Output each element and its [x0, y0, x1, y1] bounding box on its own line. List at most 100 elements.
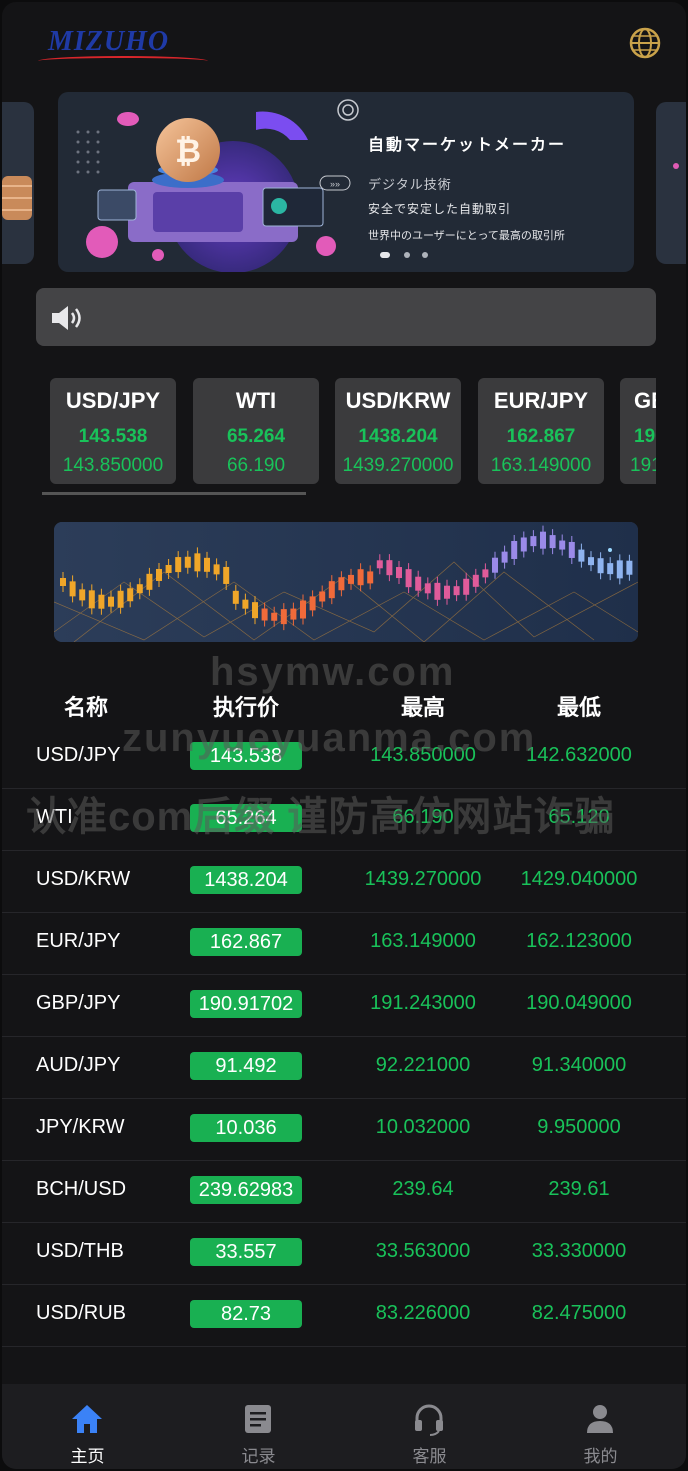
svg-text:₿: ₿ — [175, 133, 201, 169]
banner-next-slide[interactable] — [656, 102, 686, 264]
globe-icon[interactable] — [628, 26, 662, 60]
candle-body — [98, 594, 105, 609]
high-value: 163.149000 — [370, 930, 476, 952]
banner-title: 自動マーケットメーカー — [368, 137, 567, 154]
candle-body — [348, 574, 354, 584]
candle-body — [328, 581, 335, 599]
ticker-card[interactable]: GBP/JPY 190.91702 191.243000 — [620, 378, 656, 484]
nav-support[interactable]: 客服 — [344, 1384, 515, 1469]
table-row[interactable]: USD/THB 33.557 33.563000 33.330000 — [2, 1222, 686, 1285]
ticker-high: 163.149000 — [490, 455, 592, 476]
candle-body — [376, 560, 383, 569]
pair-name: JPY/KRW — [36, 1116, 125, 1138]
candle-body — [319, 591, 326, 602]
ticker-price: 143.538 — [78, 426, 148, 447]
candle-body — [405, 569, 412, 588]
high-value: 33.563000 — [375, 1240, 471, 1262]
candle-body — [127, 588, 134, 602]
banner-prev-slide[interactable] — [2, 102, 34, 264]
low-value: 82.475000 — [531, 1302, 627, 1324]
low-value: 162.123000 — [526, 930, 632, 952]
nav-label: 主页 — [70, 1447, 105, 1466]
candle-body — [511, 540, 518, 559]
candle-body — [626, 560, 633, 575]
pair-name: AUD/JPY — [36, 1054, 121, 1076]
banner-description: 世界中のユーザーにとって最高の取引所 — [368, 230, 565, 242]
low-value: 91.340000 — [531, 1054, 627, 1076]
candle-body — [396, 567, 402, 579]
candle-body — [482, 569, 489, 578]
ticker-high: 1439.270000 — [342, 455, 454, 476]
table-row[interactable]: USD/RUB 82.73 83.226000 82.475000 — [2, 1284, 686, 1347]
candle-body — [213, 564, 220, 575]
watermark-text: hsymw.com — [210, 650, 456, 694]
price-badge: 1438.204 — [190, 866, 302, 894]
table-row[interactable]: JPY/KRW 10.036 10.032000 9.950000 — [2, 1098, 686, 1161]
low-value: 190.049000 — [526, 992, 632, 1014]
candle-body — [607, 563, 614, 575]
ticker-card[interactable]: USD/JPY 143.538 143.850000 — [50, 378, 176, 484]
ticker-card[interactable]: WTI 65.264 66.190 — [193, 378, 319, 484]
candle-body — [300, 600, 306, 619]
candle-body — [309, 596, 316, 611]
header: MIZUHO — [2, 2, 686, 86]
ticker-card[interactable]: USD/KRW 1438.204 1439.270000 — [335, 378, 461, 484]
table-row[interactable]: USD/KRW 1438.204 1439.270000 1429.040000 — [2, 850, 686, 913]
pair-name: BCH/USD — [36, 1178, 127, 1200]
banner-tagline: 安全で安定した自動取引 — [368, 202, 512, 216]
pair-name: GBP/JPY — [36, 992, 121, 1014]
candle-body — [136, 584, 143, 594]
headset-icon — [415, 1404, 443, 1436]
candle-body — [204, 557, 210, 572]
price-badge: 190.91702 — [190, 990, 302, 1018]
candle-body — [165, 564, 172, 573]
mizuho-logo[interactable]: MIZUHO — [38, 26, 208, 66]
price-badge: 162.867 — [190, 928, 302, 956]
promo-banner[interactable]: ₿ »» 自動マーケットメーカー デジタル技術 安全で安定した自動取引 世界中の… — [58, 92, 634, 272]
candle-body — [223, 566, 230, 584]
table-row[interactable]: GBP/JPY 190.91702 191.243000 190.049000 — [2, 974, 686, 1037]
candle-body — [357, 569, 364, 586]
ticker-card[interactable]: EUR/JPY 162.867 163.149000 — [478, 378, 604, 484]
ticker-high: 143.850000 — [62, 455, 164, 476]
candle-body — [367, 571, 374, 584]
carousel-dot-active[interactable] — [380, 252, 390, 258]
banner-subtitle: デジタル技術 — [368, 177, 452, 192]
ticker-high: 66.190 — [226, 455, 286, 476]
candle-body — [194, 553, 201, 572]
cards-scroll-indicator[interactable] — [42, 492, 306, 495]
candle-body — [175, 557, 182, 573]
candlestick-illustration — [54, 522, 638, 642]
coin-stack-image — [2, 176, 32, 220]
price-badge: 91.492 — [190, 1052, 302, 1080]
candle-body — [271, 612, 278, 621]
logo-text: MIZUHO — [48, 26, 170, 57]
candlestick-banner — [54, 522, 638, 642]
table-row[interactable]: EUR/JPY 162.867 163.149000 162.123000 — [2, 912, 686, 975]
nav-records[interactable]: 记录 — [173, 1384, 344, 1469]
watermark-text: 认准com后缀 谨防高仿网站诈骗 — [26, 795, 616, 839]
carousel-dot[interactable] — [422, 252, 428, 258]
candle-body — [415, 576, 422, 591]
candle-body — [472, 574, 479, 587]
ticker-name: EUR/JPY — [493, 388, 589, 413]
nav-profile[interactable]: 我的 — [515, 1384, 686, 1469]
nav-home[interactable]: 主页 — [2, 1384, 173, 1469]
candle-body — [88, 590, 95, 609]
candle-body — [463, 578, 470, 595]
candle-body — [520, 537, 527, 552]
carousel-dot[interactable] — [404, 252, 410, 258]
pair-name: USD/RUB — [36, 1302, 127, 1324]
table-row[interactable]: AUD/JPY 91.492 92.221000 91.340000 — [2, 1036, 686, 1099]
banner-illustration: ₿ »» — [76, 99, 359, 272]
low-value: 1429.040000 — [520, 868, 638, 890]
candle-body — [252, 602, 258, 619]
bottom-nav: 主页 记录 客服 我的 — [2, 1384, 686, 1469]
candle-body — [597, 558, 604, 574]
table-row[interactable]: BCH/USD 239.62983 239.64 239.61 — [2, 1160, 686, 1223]
candle-body — [232, 590, 239, 604]
pair-name: USD/THB — [36, 1240, 124, 1262]
candle-body — [434, 582, 441, 600]
announcement-bar[interactable] — [36, 288, 656, 346]
ticker-cards[interactable]: USD/JPY 143.538 143.850000 WTI 65.264 66… — [2, 378, 656, 488]
